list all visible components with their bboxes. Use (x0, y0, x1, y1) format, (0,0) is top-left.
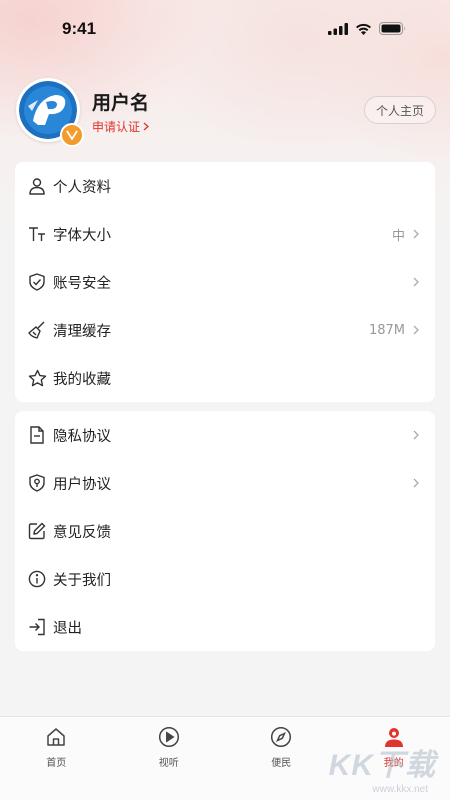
watermark-url: www.kkx.net (372, 784, 428, 795)
home-icon (45, 726, 67, 748)
menu-item-favorites[interactable]: 我的收藏 (15, 354, 435, 402)
compass-icon (270, 726, 292, 748)
menu-item-privacy-policy[interactable]: 隐私协议 (15, 411, 435, 459)
menu-item-about-us[interactable]: 关于我们 (15, 555, 435, 603)
menu-item-user-agreement[interactable]: 用户协议 (15, 459, 435, 507)
menu-item-label: 我的收藏 (53, 371, 111, 388)
cache-size-value: 187M (368, 322, 405, 338)
menu-item-label: 个人资料 (53, 179, 111, 196)
battery-icon (379, 20, 406, 39)
menu-item-label: 账号安全 (53, 275, 111, 292)
status-time: 9:41 (62, 19, 97, 38)
play-icon (158, 726, 180, 748)
font-size-value: 中 (391, 228, 405, 244)
apply-verification-label: 申请认证 (92, 120, 141, 134)
menu-item-label: 清理缓存 (53, 323, 111, 340)
menu-item-feedback[interactable]: 意见反馈 (15, 507, 435, 555)
font-size-icon (27, 224, 47, 244)
chevron-right-icon (143, 120, 150, 134)
tab-media[interactable]: 视听 (113, 717, 226, 800)
info-icon (27, 569, 47, 589)
shield-user-icon (27, 473, 47, 493)
document-icon (27, 425, 47, 445)
chevron-right-icon (413, 430, 421, 440)
wifi-icon (355, 20, 372, 39)
menu-item-account-security[interactable]: 账号安全 (15, 258, 435, 306)
tab-home[interactable]: 首页 (0, 717, 113, 800)
star-icon (27, 368, 47, 388)
menu-item-label: 意见反馈 (53, 524, 111, 541)
username: 用户名 (92, 92, 150, 114)
status-bar: 9:41 (0, 0, 450, 58)
profile-header: 用户名 申请认证 个人主页 (16, 78, 436, 147)
user-icon (27, 176, 47, 196)
menu-item-label: 字体大小 (53, 227, 111, 244)
logout-icon (27, 617, 47, 637)
tab-label: 我的 (383, 758, 404, 769)
shield-check-icon (27, 272, 47, 292)
signal-icon (328, 20, 348, 39)
apply-verification-link[interactable]: 申请认证 (92, 118, 150, 135)
chevron-right-icon (413, 277, 421, 287)
menu-item-label: 关于我们 (53, 572, 111, 589)
chevron-right-icon (413, 229, 421, 239)
tab-services[interactable]: 便民 (225, 717, 338, 800)
menu-group-1: 个人资料 字体大小 中 账号安全 清理缓存 187M 我的收藏 (15, 162, 435, 402)
chevron-right-icon (413, 478, 421, 488)
menu-item-clear-cache[interactable]: 清理缓存 187M (15, 306, 435, 354)
tab-label: 首页 (46, 758, 67, 769)
menu-item-label: 退出 (53, 620, 82, 637)
personal-homepage-button[interactable]: 个人主页 (364, 96, 436, 124)
menu-item-label: 隐私协议 (53, 428, 111, 445)
broom-icon (27, 320, 47, 340)
avatar-container[interactable] (16, 78, 84, 147)
edit-icon (27, 521, 47, 541)
menu-item-label: 用户协议 (53, 476, 111, 493)
chevron-right-icon (413, 325, 421, 335)
menu-group-2: 隐私协议 用户协议 意见反馈 关于我们 退出 (15, 411, 435, 651)
tab-label: 便民 (271, 758, 292, 769)
menu-item-profile-info[interactable]: 个人资料 (15, 162, 435, 210)
status-icons (328, 20, 406, 39)
tab-label: 视听 (158, 758, 179, 769)
menu-item-logout[interactable]: 退出 (15, 603, 435, 651)
profile-icon (383, 726, 405, 748)
menu-item-font-size[interactable]: 字体大小 中 (15, 210, 435, 258)
verified-badge-icon (60, 123, 84, 147)
